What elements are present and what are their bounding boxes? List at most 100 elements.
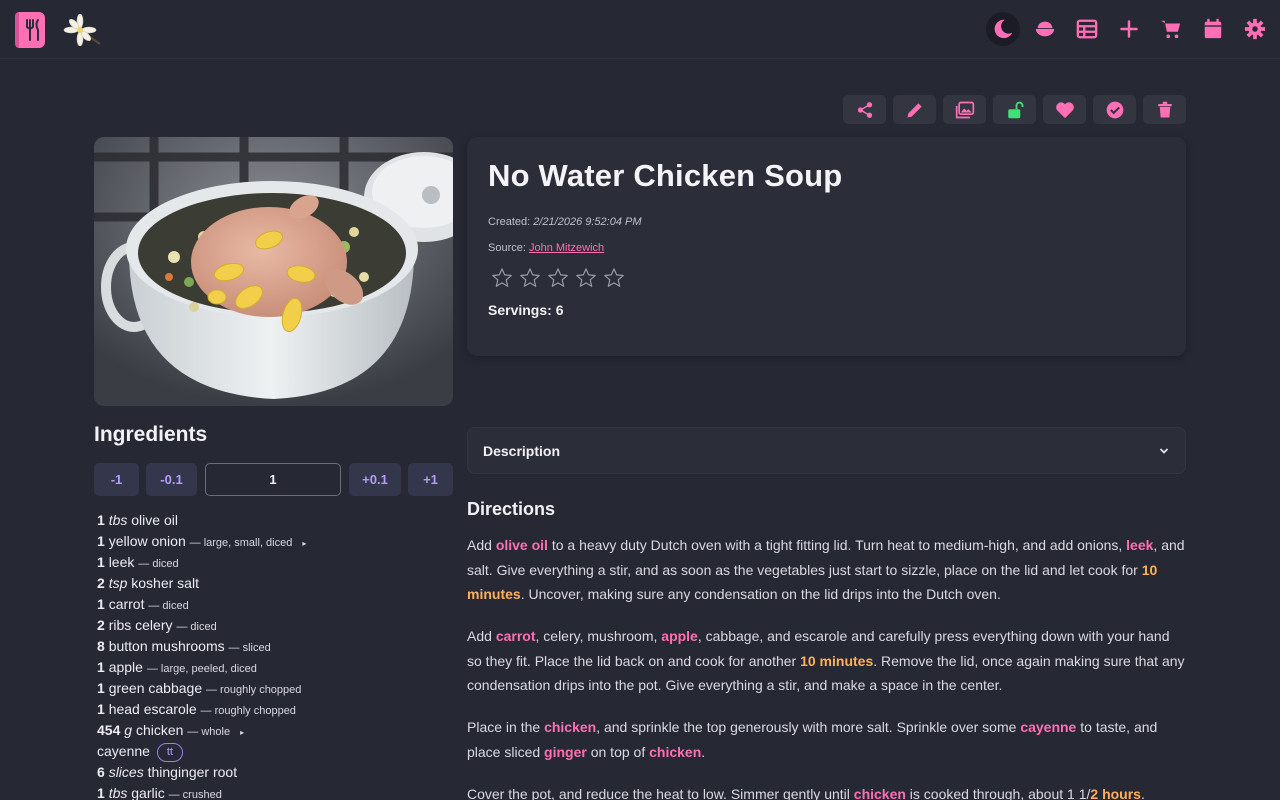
ingredient-item: 1 carrot — diced xyxy=(97,594,447,615)
ingredient-highlight: chicken xyxy=(853,785,906,800)
star-icon[interactable] xyxy=(488,266,516,290)
top-bar xyxy=(0,0,1280,59)
ingredient-qty: 1 xyxy=(97,512,105,528)
ingredient-name: olive oil xyxy=(131,512,178,528)
ingredient-note: — crushed xyxy=(168,789,222,800)
ingredient-note: — whole xyxy=(187,726,231,738)
vanilla-flower-icon xyxy=(60,13,102,47)
decrease-0-1-button[interactable]: -0.1 xyxy=(146,463,197,496)
ingredient-qty: 1 xyxy=(97,701,105,717)
top-nav xyxy=(978,12,1272,46)
timer-highlight[interactable]: 10 minutes xyxy=(467,562,1157,603)
edit-icon[interactable] xyxy=(893,95,936,124)
source-label: Source: xyxy=(488,242,526,254)
ingredient-name: thinginger root xyxy=(147,764,238,780)
ingredient-note: — roughly chopped xyxy=(206,684,302,696)
direction-step: Add carrot, celery, mushroom, apple, cab… xyxy=(467,628,1185,693)
ingredient-item: cayenne tt xyxy=(97,741,447,762)
ingredient-highlight: olive oil xyxy=(495,537,548,553)
ingredient-name: chicken xyxy=(135,722,184,738)
ingredient-name: head escarole xyxy=(108,701,197,717)
share-icon[interactable] xyxy=(843,95,886,124)
ingredient-item: 1 green cabbage — roughly chopped xyxy=(97,678,447,699)
source: Source: John Mitzewich xyxy=(488,242,1165,254)
expand-triangle-icon[interactable]: ▸ xyxy=(302,539,306,548)
ingredient-note: — large, small, diced xyxy=(189,537,293,549)
moon-icon[interactable] xyxy=(986,12,1020,46)
decrease-1-button[interactable]: -1 xyxy=(94,463,139,496)
ingredient-item: 1 head escarole — roughly chopped xyxy=(97,699,447,720)
directions-title: Directions xyxy=(467,499,556,519)
table-icon[interactable] xyxy=(1070,12,1104,46)
servings: Servings: 6 xyxy=(488,302,564,318)
timer-highlight[interactable]: 2 hours xyxy=(1090,786,1141,800)
created-value: 2/21/2026 9:52:04 PM xyxy=(533,216,642,228)
ingredient-qty: 1 xyxy=(97,554,105,570)
ingredient-qty: 8 xyxy=(97,638,105,654)
check-icon[interactable] xyxy=(1093,95,1136,124)
increase-1-button[interactable]: +1 xyxy=(408,463,453,496)
ingredient-name: apple xyxy=(108,659,143,675)
cart-icon[interactable] xyxy=(1154,12,1188,46)
ingredient-item: 1 tbs garlic — crushed xyxy=(97,783,447,800)
ingredient-item: 1 apple — large, peeled, diced xyxy=(97,657,447,678)
gear-icon[interactable] xyxy=(1238,12,1272,46)
star-icon[interactable] xyxy=(544,266,572,290)
recipe-actions xyxy=(836,95,1186,124)
unlock-icon[interactable] xyxy=(993,95,1036,124)
star-icon[interactable] xyxy=(572,266,600,290)
calendar-icon[interactable] xyxy=(1196,12,1230,46)
ingredient-highlight: leek xyxy=(1126,537,1154,553)
direction-step: Add olive oil to a heavy duty Dutch oven… xyxy=(467,537,1185,603)
ingredient-unit: g xyxy=(124,722,133,738)
scale-input[interactable] xyxy=(205,463,341,496)
ingredient-unit: tbs xyxy=(108,512,128,528)
directions-body: Add olive oil to a heavy duty Dutch oven… xyxy=(467,533,1186,800)
created-label: Created: xyxy=(488,216,531,228)
ingredient-qty: 1 xyxy=(97,596,105,612)
increase-0-1-button[interactable]: +0.1 xyxy=(349,463,401,496)
ingredient-qty: 6 xyxy=(97,764,105,780)
ingredient-item: 1 yellow onion — large, small, diced ▸ xyxy=(97,531,447,552)
timer-highlight[interactable]: 10 minutes xyxy=(800,653,873,669)
star-icon[interactable] xyxy=(516,266,544,290)
ingredient-name: cayenne xyxy=(97,743,150,759)
ingredient-item: 1 tbs olive oil xyxy=(97,510,447,531)
ingredient-name: leek xyxy=(108,554,135,570)
ingredient-note: — diced xyxy=(148,600,189,612)
created-date: Created: 2/21/2026 9:52:04 PM xyxy=(488,216,1165,228)
trash-icon[interactable] xyxy=(1143,95,1186,124)
ingredient-item: 454 g chicken — whole ▸ xyxy=(97,720,447,741)
ingredient-highlight: apple xyxy=(661,628,698,644)
bowl-icon[interactable] xyxy=(1028,12,1062,46)
ingredient-highlight: ginger xyxy=(544,743,587,760)
ingredient-item: 2 ribs celery — diced xyxy=(97,615,447,636)
ingredient-name: garlic xyxy=(131,785,165,800)
ingredient-unit: slices xyxy=(108,764,144,780)
ingredient-note: — sliced xyxy=(228,642,271,654)
ingredient-highlight: chicken xyxy=(544,719,597,735)
description-toggle[interactable]: Description xyxy=(467,427,1186,474)
ingredient-name: button mushrooms xyxy=(108,638,225,654)
ingredient-highlight: cayenne xyxy=(1020,719,1077,735)
heart-icon[interactable] xyxy=(1043,95,1086,124)
star-icon[interactable] xyxy=(600,266,628,290)
ingredient-note: — diced xyxy=(176,621,217,633)
ingredient-qty: 2 xyxy=(97,575,105,591)
direction-step: Place in the chicken, and sprinkle the t… xyxy=(467,719,1158,760)
to-taste-badge: tt xyxy=(156,742,183,762)
ingredient-name: green cabbage xyxy=(108,680,203,696)
recipe-title: No Water Chicken Soup xyxy=(488,158,843,193)
ingredients-title: Ingredients xyxy=(94,423,208,446)
rating-stars xyxy=(488,266,1165,290)
images-icon[interactable] xyxy=(943,95,986,124)
ingredient-item: 8 button mushrooms — sliced xyxy=(97,636,447,657)
ingredient-name: kosher salt xyxy=(131,575,199,591)
ingredient-name: yellow onion xyxy=(108,533,186,549)
recipe-book-logo-icon[interactable] xyxy=(15,12,45,48)
expand-triangle-icon[interactable]: ▸ xyxy=(240,728,244,737)
source-link[interactable]: John Mitzewich xyxy=(529,242,604,254)
ingredient-item: 6 slices thinginger root xyxy=(97,762,447,783)
plus-icon[interactable] xyxy=(1112,12,1146,46)
ingredient-item: 2 tsp kosher salt xyxy=(97,573,447,594)
